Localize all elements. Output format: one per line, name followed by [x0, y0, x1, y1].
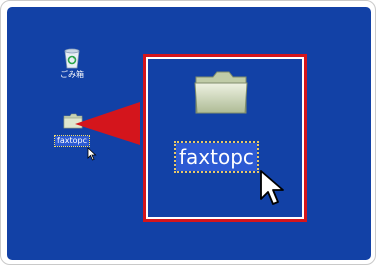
zoom-callout: faxtopc	[143, 54, 307, 222]
screenshot-frame: ごみ箱 faxtopc faxtopc	[0, 0, 376, 265]
faxtopc-folder-label-zoomed: faxtopc	[174, 141, 259, 173]
folder-icon	[194, 71, 248, 114]
desktop[interactable]: ごみ箱 faxtopc faxtopc	[7, 7, 371, 260]
zoom-view: faxtopc	[148, 59, 302, 217]
mouse-pointer-icon	[260, 170, 284, 205]
